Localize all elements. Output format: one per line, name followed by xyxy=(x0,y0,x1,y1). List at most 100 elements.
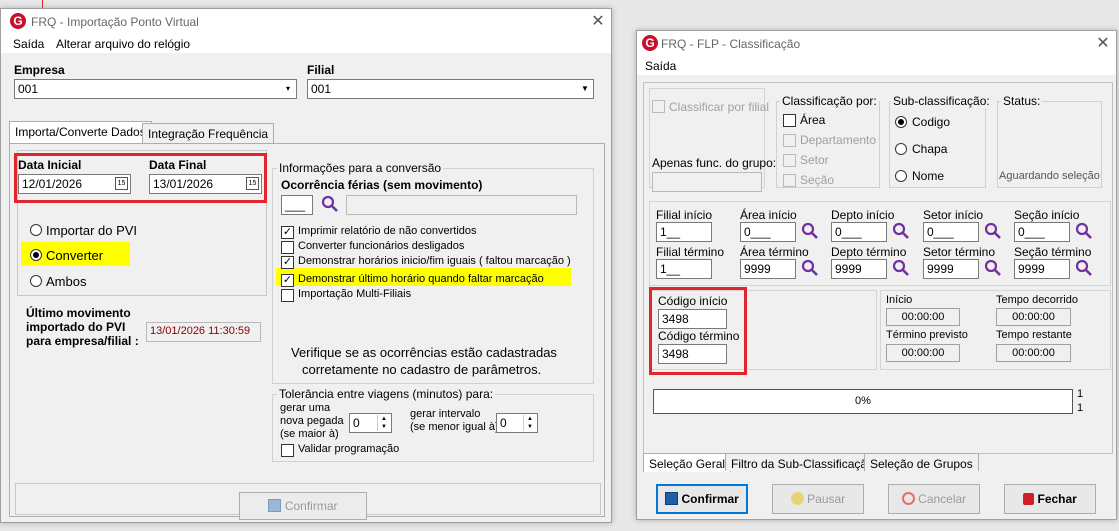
search-icon[interactable] xyxy=(892,259,910,277)
cancelar-button[interactable]: Cancelar xyxy=(888,484,980,514)
filtro-termino-label: Depto término xyxy=(831,245,907,259)
radio-importar-pvi-label: Importar do PVI xyxy=(46,223,138,238)
app-logo-icon: G xyxy=(10,13,26,29)
cancel-icon xyxy=(901,492,915,505)
confirmar-label: Confirmar xyxy=(681,492,739,506)
status-value: Aguardando seleção xyxy=(999,170,1100,182)
search-icon[interactable] xyxy=(1075,259,1093,277)
menu-alterar-arquivo[interactable]: Alterar arquivo do relógio xyxy=(56,37,190,51)
window-classificacao: G FRQ - FLP - Classificação ✕ Saída Clas… xyxy=(636,30,1117,520)
confirmar-button[interactable]: Confirmar xyxy=(656,484,748,514)
classificacao-checkbox[interactable] xyxy=(783,154,796,167)
classificacao-checkbox[interactable] xyxy=(783,114,796,127)
close-icon[interactable]: ✕ xyxy=(587,11,609,33)
menu-saida[interactable]: Saída xyxy=(645,59,676,73)
radio-importar-pvi[interactable] xyxy=(30,224,42,236)
option-checkbox[interactable]: ✓ xyxy=(281,256,294,269)
gerar-pegada-3: (se maior à) xyxy=(280,428,339,440)
filtro-termino-label: Área término xyxy=(740,245,809,259)
search-icon[interactable] xyxy=(984,259,1002,277)
filtro-termino-label: Filial término xyxy=(656,245,725,259)
apenas-grupo-input xyxy=(652,172,762,192)
inicio-value: 00:00:00 xyxy=(886,308,960,326)
filtro-termino-label: Setor término xyxy=(923,245,996,259)
option-checkbox[interactable]: ✓ xyxy=(281,226,294,239)
tab-panel: Data Inicial 12/01/2026 15 Data Final 13… xyxy=(9,143,605,520)
filial-combo[interactable]: 001 ▼ xyxy=(307,79,594,99)
filtro-termino-input[interactable]: 9999 xyxy=(831,259,887,279)
classificacao-checkbox[interactable] xyxy=(783,134,796,147)
menu-bar: Saída xyxy=(637,57,1116,75)
subclass-label: Sub-classificação: xyxy=(891,94,992,108)
radio-chapa[interactable] xyxy=(895,143,907,155)
search-icon[interactable] xyxy=(1075,222,1093,240)
search-icon[interactable] xyxy=(321,195,339,213)
filtro-termino-input[interactable]: 9999 xyxy=(1014,259,1070,279)
empresa-combo[interactable]: 001 ▾ xyxy=(14,79,297,99)
radio-nome[interactable] xyxy=(895,170,907,182)
filtro-termino-input[interactable]: 9999 xyxy=(740,259,796,279)
spin-arrows-icon[interactable]: ▲ ▼ xyxy=(523,415,536,431)
verify-text-1: Verifique se as ocorrências estão cadast… xyxy=(291,345,557,360)
tolerancia-group-label: Tolerância entre viagens (minutos) para: xyxy=(277,387,496,401)
filtro-inicio-input[interactable]: 0___ xyxy=(740,222,796,242)
option-checkbox[interactable] xyxy=(281,289,294,302)
filtro-inicio-input[interactable]: 0___ xyxy=(1014,222,1070,242)
filtro-inicio-input[interactable]: 0___ xyxy=(831,222,887,242)
chevron-down-icon[interactable]: ▾ xyxy=(281,81,295,97)
classificar-filial-checkbox[interactable] xyxy=(652,100,665,113)
verify-text-2: corretamente no cadastro de parâmetros. xyxy=(302,362,542,377)
filtro-inicio-input[interactable]: 1__ xyxy=(656,222,712,242)
tab-integracao-frequencia[interactable]: Integração Frequência xyxy=(142,123,275,143)
classificacao-checkbox-label: Área xyxy=(800,113,826,127)
option-checkbox[interactable]: ✓ xyxy=(281,274,294,287)
tempo-restante-label: Tempo restante xyxy=(996,329,1072,341)
ocorrencia-input[interactable]: ___ xyxy=(281,195,313,215)
search-icon[interactable] xyxy=(892,222,910,240)
lock-icon xyxy=(1023,493,1035,505)
annotation-line xyxy=(42,0,43,8)
counter-top: 1 xyxy=(1077,388,1084,400)
ultimo-movimento-value: 13/01/2026 11:30:59 xyxy=(146,322,261,342)
fechar-label: Fechar xyxy=(1037,492,1077,506)
gerar-pegada-input[interactable]: 0 ▲ ▼ xyxy=(349,413,392,433)
pausar-button[interactable]: Pausar xyxy=(772,484,864,514)
spin-arrows-icon[interactable]: ▲ ▼ xyxy=(377,415,390,431)
confirmar-button[interactable]: Confirmar xyxy=(239,492,367,520)
title-bar[interactable]: G FRQ - Importação Ponto Virtual ✕ xyxy=(1,9,611,35)
gerar-pegada-1: gerar uma xyxy=(280,402,331,414)
search-icon[interactable] xyxy=(801,222,819,240)
search-icon[interactable] xyxy=(984,222,1002,240)
radio-codigo[interactable] xyxy=(895,116,907,128)
filtro-inicio-label: Seção início xyxy=(1014,208,1080,222)
tempo-decorrido-label: Tempo decorrido xyxy=(996,294,1078,306)
tab-selecao-grupos[interactable]: Seleção de Grupos xyxy=(864,453,979,471)
empresa-value: 001 xyxy=(18,82,39,96)
ocorrencia-label: Ocorrência férias (sem movimento) xyxy=(281,178,483,192)
validar-checkbox[interactable] xyxy=(281,444,294,457)
tab-importa-converte[interactable]: Importa/Converte Dados xyxy=(9,121,152,143)
close-icon[interactable]: ✕ xyxy=(1092,33,1114,55)
fechar-button[interactable]: Fechar xyxy=(1004,484,1096,514)
pause-icon xyxy=(790,492,804,505)
classificacao-checkbox[interactable] xyxy=(783,174,796,187)
radio-nome-label: Nome xyxy=(912,169,945,183)
radio-ambos[interactable] xyxy=(30,275,42,287)
menu-saida[interactable]: Saída xyxy=(13,37,44,51)
title-bar[interactable]: G FRQ - FLP - Classificação ✕ xyxy=(637,31,1116,57)
window-importacao: G FRQ - Importação Ponto Virtual ✕ Saída… xyxy=(0,8,612,523)
tab-selecao-geral[interactable]: Seleção Geral xyxy=(643,453,732,472)
chevron-down-icon[interactable]: ▼ xyxy=(578,81,592,97)
pausar-label: Pausar xyxy=(807,492,846,506)
filtro-inicio-input[interactable]: 0___ xyxy=(923,222,979,242)
gerar-intervalo-input[interactable]: 0 ▲ ▼ xyxy=(496,413,538,433)
filtro-termino-input[interactable]: 9999 xyxy=(923,259,979,279)
annotation-box-codigo xyxy=(649,287,747,375)
filtro-inicio-label: Depto início xyxy=(831,208,895,222)
search-icon[interactable] xyxy=(801,259,819,277)
option-checkbox[interactable] xyxy=(281,241,294,254)
radio-converter[interactable] xyxy=(30,249,42,261)
filtro-termino-input[interactable]: 1__ xyxy=(656,259,712,279)
tab-filtro-subclass[interactable]: Filtro da Sub-Classificação xyxy=(725,453,880,471)
app-logo-icon: G xyxy=(642,35,658,51)
